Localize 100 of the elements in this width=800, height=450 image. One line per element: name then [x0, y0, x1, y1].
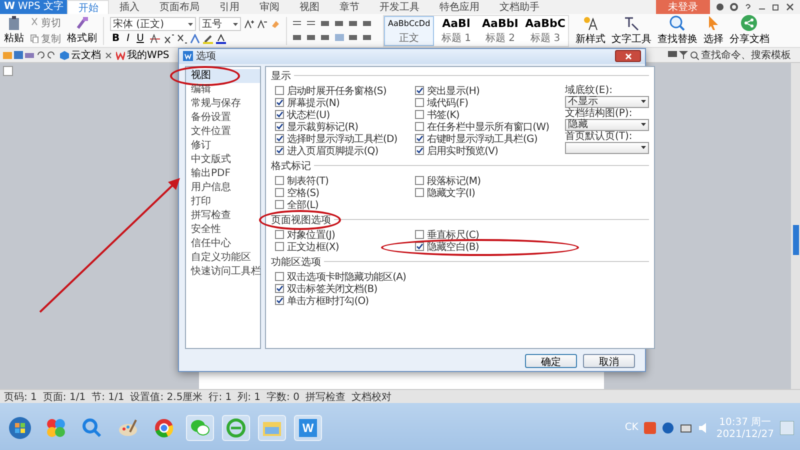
font-grow-icon[interactable] [244, 19, 254, 29]
document-tab[interactable]: 我的WPS [114, 48, 172, 62]
style-option[interactable]: AaBbCcDd 正文 [384, 16, 434, 46]
document-tab[interactable]: 云文档 [58, 48, 103, 62]
checkbox[interactable] [275, 122, 284, 132]
nav-item[interactable]: 常规与保存 [186, 96, 260, 111]
font-dropdown[interactable]: 宋体 (正文) [110, 17, 196, 31]
checkbox[interactable] [415, 110, 424, 120]
nav-item[interactable]: 编辑 [186, 82, 260, 97]
nav-item[interactable]: 视图 [186, 68, 260, 83]
checkbox[interactable] [275, 230, 284, 240]
checkbox[interactable] [275, 188, 284, 198]
ribbon-tab[interactable]: 开发工具 [369, 0, 430, 14]
checkbox[interactable] [415, 242, 424, 252]
nav-item[interactable]: 安全性 [186, 222, 260, 237]
ribbon-tool-button[interactable]: 查找替换 [657, 15, 698, 46]
close-icon[interactable] [105, 52, 112, 58]
nav-item[interactable]: 信任中心 [186, 236, 260, 251]
dropdown[interactable]: 隐藏 [565, 118, 649, 131]
start-button[interactable] [6, 414, 34, 440]
close-icon[interactable] [786, 3, 794, 11]
dialog-button[interactable]: 确定 [525, 354, 577, 368]
checkbox[interactable] [415, 176, 424, 186]
ribbon-tab[interactable]: 视图 [289, 0, 330, 14]
option-label: 右键时显示浮动工具栏(G) [427, 132, 538, 146]
ruler-toggle[interactable] [3, 66, 13, 76]
ribbon-tab[interactable]: 文档助手 [489, 0, 550, 14]
taskbar-app[interactable] [222, 414, 250, 440]
format-button[interactable]: I [124, 33, 132, 44]
dialog-button[interactable]: 取消 [583, 354, 635, 368]
style-option[interactable]: AaBbC 标题 3 [522, 16, 568, 46]
restore-icon[interactable] [772, 3, 780, 11]
checkbox[interactable] [275, 98, 284, 108]
search-field[interactable]: 查找命令、搜索模板 [701, 50, 797, 60]
nav-item[interactable]: 输出PDF [186, 166, 260, 181]
style-option[interactable]: AaBbI 标题 2 [478, 16, 522, 46]
checkbox[interactable] [415, 146, 424, 156]
taskbar-app[interactable]: W [294, 414, 322, 440]
ribbon-tool-button[interactable]: 分享文档 [729, 15, 770, 46]
nav-item[interactable]: 打印 [186, 194, 260, 209]
ribbon-tab[interactable]: 章节 [329, 0, 370, 14]
checkbox[interactable] [415, 134, 424, 144]
ribbon-tab[interactable]: 引用 [209, 0, 250, 14]
ribbon-tab[interactable]: 开始 [67, 0, 110, 14]
text-effect-icon[interactable] [190, 34, 200, 44]
format-button[interactable]: B [110, 33, 122, 44]
format-button[interactable]: U [134, 33, 146, 44]
font-shrink-icon[interactable] [257, 19, 267, 29]
paste-button[interactable]: 粘贴 [4, 16, 24, 45]
e-browser-icon [226, 418, 246, 438]
nav-item[interactable]: 文件位置 [186, 124, 260, 139]
nav-item[interactable]: 快速访问工具栏 [186, 264, 260, 279]
nav-item[interactable]: 备份设置 [186, 110, 260, 125]
ribbon-tool-button[interactable]: 新样式 [575, 15, 606, 46]
checkbox[interactable] [415, 98, 424, 108]
checkbox[interactable] [275, 134, 284, 144]
undo-icon[interactable] [36, 51, 45, 59]
nav-item[interactable]: 中文版式 [186, 152, 260, 167]
highlight-icon[interactable] [202, 34, 213, 44]
checkbox[interactable] [415, 86, 424, 96]
ribbon-tab[interactable]: 插入 [109, 0, 150, 14]
subscript-icon[interactable] [176, 34, 187, 44]
ribbon-tab[interactable]: 审阅 [249, 0, 290, 14]
checkbox[interactable] [275, 272, 284, 282]
checkbox[interactable] [275, 284, 284, 294]
checkbox[interactable] [275, 200, 284, 210]
dropdown[interactable] [565, 142, 649, 154]
checkbox[interactable] [415, 122, 424, 132]
checkbox[interactable] [415, 230, 424, 240]
format-painter-button[interactable]: 格式刷 [67, 16, 97, 45]
dropdown[interactable]: 不显示 [565, 96, 649, 108]
ribbon-tab[interactable]: 页面布局 [149, 0, 210, 14]
filter-icon[interactable] [679, 51, 688, 59]
font-size-dropdown[interactable]: 五号 [199, 17, 241, 31]
ribbon-tool-button[interactable]: 选择 [703, 15, 724, 46]
checkbox[interactable] [275, 110, 284, 120]
caret-icon [233, 22, 238, 26]
redo-icon[interactable] [47, 51, 56, 59]
checkbox[interactable] [275, 242, 284, 252]
strikethrough-icon[interactable] [148, 34, 161, 44]
checkbox[interactable] [275, 146, 284, 156]
copy-button[interactable]: 复制 [30, 32, 61, 46]
nav-item[interactable]: 修订 [186, 138, 260, 153]
checkbox[interactable] [275, 86, 284, 96]
nav-item[interactable]: 自定义功能区 [186, 250, 260, 265]
font-color-icon[interactable] [216, 34, 226, 44]
ribbon-tool-button[interactable]: 文字工具 [611, 15, 652, 46]
nav-item[interactable]: 拼写检查 [186, 208, 260, 223]
nav-item[interactable]: 用户信息 [186, 180, 260, 195]
ribbon-tab[interactable]: 特色应用 [429, 0, 490, 14]
checkbox[interactable] [275, 176, 284, 186]
checkbox[interactable] [275, 296, 284, 306]
close-button[interactable] [615, 50, 641, 62]
app-menu-button[interactable]: W WPS 文字 [0, 0, 68, 14]
superscript-icon[interactable] [164, 34, 174, 44]
checkbox[interactable] [415, 188, 424, 198]
scrollbar[interactable] [791, 63, 800, 389]
taskbar-app[interactable] [186, 414, 214, 440]
style-option[interactable]: AaBl 标题 1 [434, 16, 478, 46]
cut-button[interactable]: 剪切 [30, 16, 61, 30]
